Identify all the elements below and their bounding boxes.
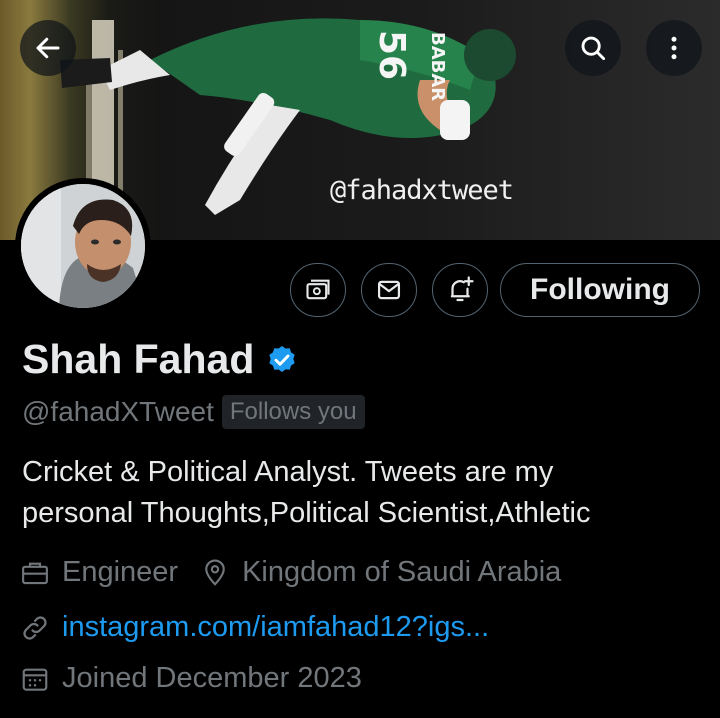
more-vertical-icon [671, 36, 677, 60]
money-icon [306, 279, 330, 300]
display-name: Shah Fahad [22, 336, 255, 382]
profile-name-row: Shah Fahad [22, 336, 298, 383]
website-row: instagram.com/iamfahad12?igs... [20, 611, 489, 644]
handle-row: @fahadXTweet Follows you [22, 395, 365, 429]
joined-row: Joined December 2023 [20, 662, 362, 695]
arrow-left-icon [36, 37, 60, 59]
joined-date: Joined December 2023 [62, 662, 362, 694]
bell-plus-icon [450, 276, 474, 302]
follows-you-badge: Follows you [221, 395, 365, 429]
briefcase-icon [22, 562, 48, 584]
back-button[interactable] [20, 20, 76, 76]
more-options-button[interactable] [646, 20, 702, 76]
search-button[interactable] [565, 20, 621, 76]
avatar[interactable] [15, 178, 151, 314]
bio-line-1: Cricket & Political Analyst. Tweets are … [22, 456, 554, 488]
message-button[interactable] [361, 263, 417, 317]
profession: Engineer [62, 556, 179, 588]
location: Kingdom of Saudi Arabia [242, 556, 562, 588]
bio-line-2: personal Thoughts,Political Scientist,At… [22, 497, 591, 529]
location-pin-icon [205, 558, 225, 586]
notifications-button[interactable] [432, 263, 488, 317]
avatar-photo [21, 184, 145, 308]
verified-badge-icon [269, 345, 296, 372]
link-icon [23, 615, 47, 640]
following-button[interactable]: Following [500, 263, 700, 317]
calendar-icon [22, 668, 48, 691]
jersey-name: BABAR [427, 32, 448, 101]
user-handle: @fahadXTweet [22, 396, 214, 427]
profile-bio: Cricket & Political Analyst. Tweets are … [22, 452, 702, 534]
banner-watermark: @fahadxtweet [330, 175, 514, 206]
profile-meta-row: Engineer Kingdom of Saudi Arabia [20, 556, 561, 589]
jersey-number: 56 [371, 30, 412, 80]
envelope-icon [377, 280, 401, 300]
subscribe-button[interactable] [290, 263, 346, 317]
following-label: Following [530, 273, 670, 306]
search-icon [581, 36, 606, 61]
website-link[interactable]: instagram.com/iamfahad12?igs... [62, 611, 489, 644]
